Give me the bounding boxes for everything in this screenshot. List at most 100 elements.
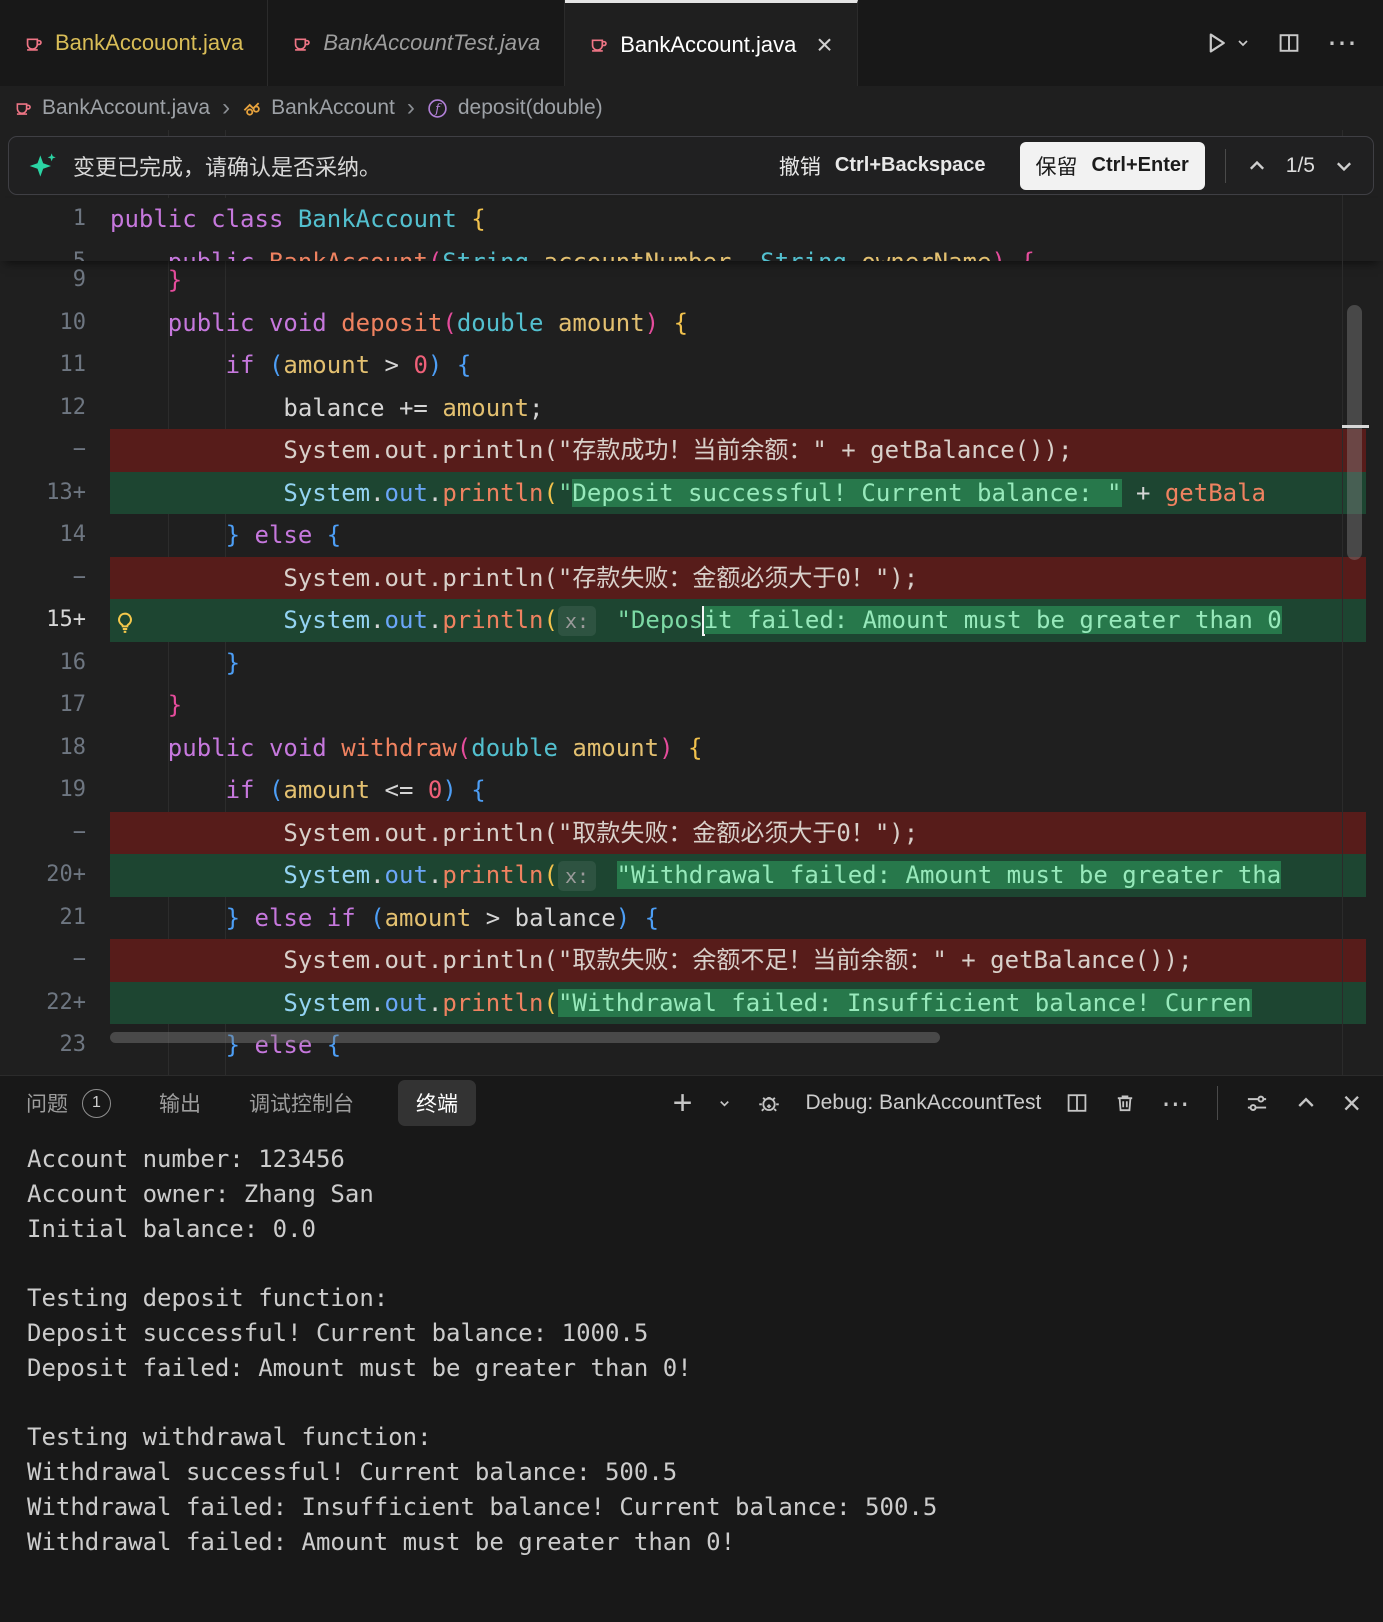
new-terminal-button[interactable]: + bbox=[673, 1086, 693, 1120]
run-button[interactable] bbox=[1203, 30, 1251, 56]
breadcrumb-file[interactable]: BankAccount.java bbox=[42, 96, 210, 120]
split-terminal-icon[interactable] bbox=[1065, 1091, 1089, 1115]
code-line[interactable]: 16 } bbox=[0, 642, 1383, 685]
debug-session-icon bbox=[756, 1090, 782, 1116]
code-text: if (amount <= 0) { bbox=[86, 769, 486, 812]
code-line[interactable]: 18 public void withdraw(double amount) { bbox=[0, 727, 1383, 770]
line-number: 9 bbox=[0, 259, 86, 302]
line-number: 15+ bbox=[0, 599, 86, 642]
terminal-line: Withdrawal failed: Amount must be greate… bbox=[27, 1525, 1383, 1560]
panel-tab-bar: 问题 1 输出 调试控制台 终端 + Debug: BankAccountTes… bbox=[0, 1076, 1383, 1130]
panel-actions: + Debug: BankAccountTest ⋯ bbox=[673, 1076, 1361, 1130]
code-text: public BankAccount(String accountNumber,… bbox=[86, 241, 1035, 261]
chevron-down-icon[interactable] bbox=[717, 1096, 732, 1111]
code-line[interactable]: 5 public BankAccount(String accountNumbe… bbox=[0, 241, 1383, 261]
deleted-code-line[interactable]: − System.out.println("取款失败：金额必须大于0！"); bbox=[0, 812, 1383, 855]
java-file-icon bbox=[589, 35, 608, 54]
terminal-output[interactable]: Account number: 123456Account owner: Zha… bbox=[0, 1134, 1383, 1622]
inline-chat-bar: 变更已完成，请确认是否采纳。 撤销 Ctrl+Backspace 保留 Ctrl… bbox=[8, 136, 1374, 195]
line-number: 20+ bbox=[0, 854, 86, 897]
code-text: System.out.println("取款失败：金额必须大于0！"); bbox=[86, 812, 918, 855]
code-text: } bbox=[86, 684, 182, 727]
vertical-scrollbar[interactable] bbox=[1347, 305, 1362, 560]
split-editor-icon[interactable] bbox=[1277, 31, 1301, 55]
tab-bankaccouont-java[interactable]: BankAccouont.java bbox=[0, 0, 268, 86]
code-line[interactable]: 9 } bbox=[0, 259, 1383, 302]
added-code-line[interactable]: 22+ System.out.println("Withdrawal faile… bbox=[0, 982, 1383, 1025]
code-text: } bbox=[86, 642, 240, 685]
tab-label: BankAccouont.java bbox=[55, 30, 243, 56]
previous-change-icon[interactable] bbox=[1246, 155, 1268, 177]
debug-session-label[interactable]: Debug: BankAccountTest bbox=[806, 1091, 1042, 1115]
line-number: − bbox=[0, 939, 86, 982]
code-line[interactable]: 21 } else if (amount > balance) { bbox=[0, 897, 1383, 940]
breadcrumb-class[interactable]: BankAccount bbox=[271, 96, 395, 120]
tab-output[interactable]: 输出 bbox=[155, 1080, 205, 1126]
breadcrumb-method[interactable]: deposit(double) bbox=[458, 96, 603, 120]
code-text: } bbox=[86, 259, 182, 302]
code-editor[interactable]: 变更已完成，请确认是否采纳。 撤销 Ctrl+Backspace 保留 Ctrl… bbox=[0, 130, 1383, 1075]
kill-terminal-icon[interactable] bbox=[1113, 1091, 1137, 1115]
tab-problems[interactable]: 问题 1 bbox=[22, 1080, 115, 1126]
terminal-line: Testing deposit function: bbox=[27, 1281, 1383, 1316]
scrollbar-gutter-border bbox=[1342, 130, 1343, 1075]
code-line[interactable]: 10 public void deposit(double amount) { bbox=[0, 302, 1383, 345]
code-line[interactable]: 14 } else { bbox=[0, 514, 1383, 557]
close-icon[interactable]: × bbox=[816, 31, 832, 59]
undo-changes-button[interactable]: 撤销 Ctrl+Backspace bbox=[763, 142, 1002, 190]
line-number: 18 bbox=[0, 727, 86, 770]
code-lines: 9 }10 public void deposit(double amount)… bbox=[0, 259, 1383, 1067]
problems-count-badge: 1 bbox=[82, 1089, 111, 1118]
code-line[interactable]: 17 } bbox=[0, 684, 1383, 727]
line-number: − bbox=[0, 429, 86, 472]
lightbulb-icon[interactable] bbox=[112, 607, 138, 650]
sticky-scroll[interactable]: 1public class BankAccount { 5 public Ban… bbox=[0, 198, 1383, 261]
line-number: 14 bbox=[0, 514, 86, 557]
line-number: − bbox=[0, 557, 86, 600]
code-text: System.out.println(x: "Deposit failed: A… bbox=[86, 599, 1282, 642]
added-code-line[interactable]: 20+ System.out.println(x: "Withdrawal fa… bbox=[0, 854, 1383, 897]
code-line[interactable]: 1public class BankAccount { bbox=[0, 198, 1383, 241]
tab-terminal[interactable]: 终端 bbox=[398, 1080, 476, 1126]
line-number: 11 bbox=[0, 344, 86, 387]
line-number: 5 bbox=[0, 241, 86, 261]
tab-bankaccount-java[interactable]: BankAccount.java × bbox=[565, 0, 857, 86]
code-text: balance += amount; bbox=[86, 387, 544, 430]
line-number: 22+ bbox=[0, 982, 86, 1025]
java-file-icon bbox=[292, 34, 311, 53]
more-actions-icon[interactable]: ⋯ bbox=[1161, 1087, 1191, 1120]
sparkle-icon bbox=[27, 150, 59, 182]
chevron-down-icon bbox=[1235, 35, 1251, 51]
keep-changes-button[interactable]: 保留 Ctrl+Enter bbox=[1020, 142, 1205, 190]
code-text: System.out.println("Deposit successful! … bbox=[86, 472, 1266, 515]
code-line[interactable]: 12 balance += amount; bbox=[0, 387, 1383, 430]
inline-chat-message: 变更已完成，请确认是否采纳。 bbox=[73, 150, 381, 182]
tab-bankaccounttest-java[interactable]: BankAccountTest.java bbox=[268, 0, 565, 86]
code-line[interactable]: 23 } else { bbox=[0, 1024, 1383, 1067]
code-line[interactable]: 19 if (amount <= 0) { bbox=[0, 769, 1383, 812]
code-text: } else { bbox=[86, 1024, 341, 1067]
more-actions-icon[interactable]: ⋯ bbox=[1327, 26, 1359, 61]
editor-actions: ⋯ bbox=[1203, 0, 1359, 86]
terminal-line: Withdrawal failed: Insufficient balance!… bbox=[27, 1490, 1383, 1525]
terminal-line: Account owner: Zhang San bbox=[27, 1177, 1383, 1212]
deleted-code-line[interactable]: − System.out.println("取款失败：余额不足！当前余额：" +… bbox=[0, 939, 1383, 982]
terminal-line: Initial balance: 0.0 bbox=[27, 1212, 1383, 1247]
maximize-panel-icon[interactable] bbox=[1294, 1091, 1318, 1115]
horizontal-scrollbar[interactable] bbox=[110, 1032, 940, 1043]
added-code-line[interactable]: 15+ System.out.println(x: "Deposit faile… bbox=[0, 599, 1383, 642]
code-text: System.out.println("取款失败：余额不足！当前余额：" + g… bbox=[86, 939, 1192, 982]
deleted-code-line[interactable]: − System.out.println("存款成功！当前余额：" + getB… bbox=[0, 429, 1383, 472]
overview-ruler-cursor-marker bbox=[1342, 425, 1369, 428]
code-line[interactable]: 11 if (amount > 0) { bbox=[0, 344, 1383, 387]
terminal-settings-icon[interactable] bbox=[1244, 1090, 1270, 1116]
chevron-right-icon: › bbox=[220, 94, 232, 122]
terminal-line: Testing withdrawal function: bbox=[27, 1420, 1383, 1455]
tab-debug-console[interactable]: 调试控制台 bbox=[245, 1080, 358, 1126]
next-change-icon[interactable] bbox=[1333, 155, 1355, 177]
added-code-line[interactable]: 13+ System.out.println("Deposit successf… bbox=[0, 472, 1383, 515]
svg-text:f: f bbox=[434, 102, 442, 117]
code-text: System.out.println("存款失败：金额必须大于0！"); bbox=[86, 557, 918, 600]
deleted-code-line[interactable]: − System.out.println("存款失败：金额必须大于0！"); bbox=[0, 557, 1383, 600]
close-panel-icon[interactable]: × bbox=[1342, 1087, 1361, 1119]
